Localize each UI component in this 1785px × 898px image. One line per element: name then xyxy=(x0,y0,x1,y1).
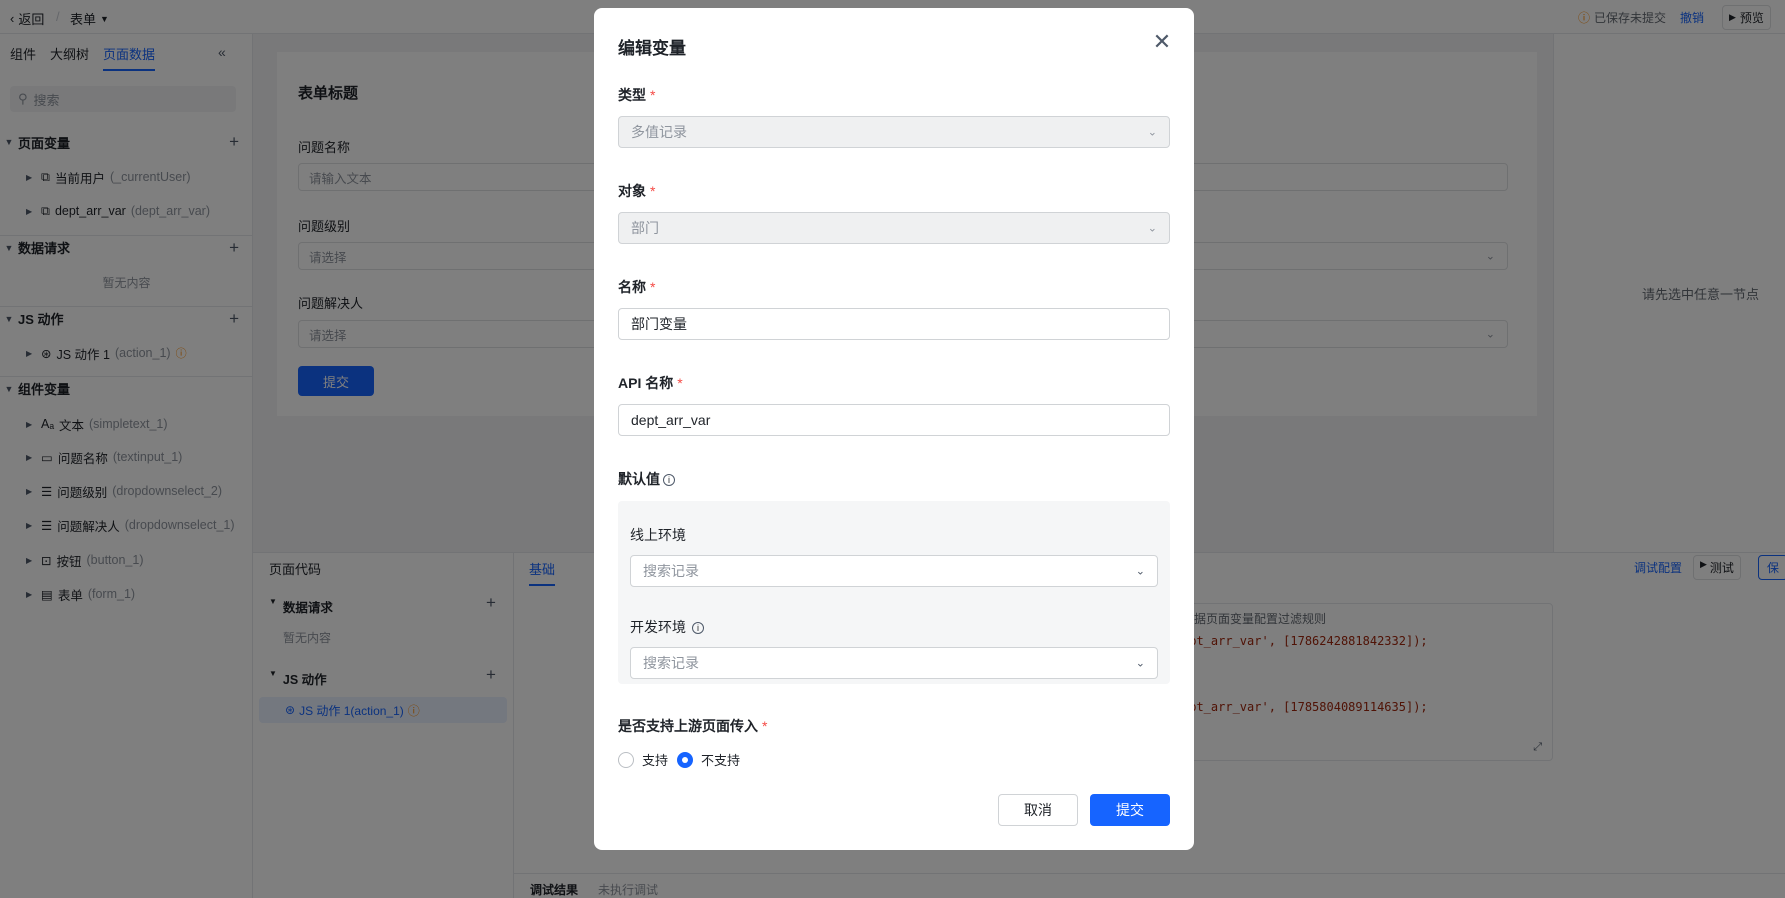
modal-title: 编辑变量 xyxy=(618,39,686,58)
info-icon[interactable]: i xyxy=(663,474,675,487)
api-name-input[interactable]: dept_arr_var xyxy=(618,404,1170,436)
cancel-button[interactable]: 取消 xyxy=(998,794,1078,826)
default-value-label: 默认值 i xyxy=(618,469,675,489)
radio-support[interactable]: 支持 xyxy=(618,750,668,769)
object-select[interactable]: 部门 ⌄ xyxy=(618,212,1170,244)
required-mark: * xyxy=(650,183,656,199)
name-input[interactable]: 部门变量 xyxy=(618,308,1170,340)
online-env-search[interactable]: 搜索记录 ⌄ xyxy=(630,555,1158,587)
edit-variable-modal: 编辑变量 ✕ 类型 * 多值记录 ⌄ 对象 * 部门 ⌄ 名称 * 部门变量 API 名称… xyxy=(594,8,1194,850)
chevron-down-icon: ⌄ xyxy=(1135,565,1145,578)
default-value-box: 线上环境 搜索记录 ⌄ 开发环境 i 搜索记录 ⌄ xyxy=(618,501,1170,684)
radio-not-support[interactable]: 不支持 xyxy=(677,750,740,769)
close-icon[interactable]: ✕ xyxy=(1150,29,1174,54)
radio-checked-icon xyxy=(677,751,693,768)
type-select[interactable]: 多值记录 ⌄ xyxy=(618,116,1170,148)
submit-button[interactable]: 提交 xyxy=(1090,794,1170,826)
online-env-label: 线上环境 xyxy=(630,527,686,543)
api-name-label: API 名称 * xyxy=(618,375,683,391)
chevron-down-icon: ⌄ xyxy=(1147,126,1157,139)
info-icon[interactable]: i xyxy=(692,622,704,635)
radio-unchecked-icon xyxy=(618,751,634,768)
required-mark: * xyxy=(677,375,683,391)
dev-env-label: 开发环境 i xyxy=(630,617,704,637)
required-mark: * xyxy=(650,279,656,295)
chevron-down-icon: ⌄ xyxy=(1147,222,1157,235)
required-mark: * xyxy=(650,87,656,103)
upstream-label: 是否支持上游页面传入 * xyxy=(618,718,768,734)
chevron-down-icon: ⌄ xyxy=(1135,657,1145,670)
name-label: 名称 * xyxy=(618,279,656,295)
required-mark: * xyxy=(762,718,768,734)
type-label: 类型 * xyxy=(618,87,656,103)
object-label: 对象 * xyxy=(618,183,656,199)
dev-env-search[interactable]: 搜索记录 ⌄ xyxy=(630,647,1158,679)
